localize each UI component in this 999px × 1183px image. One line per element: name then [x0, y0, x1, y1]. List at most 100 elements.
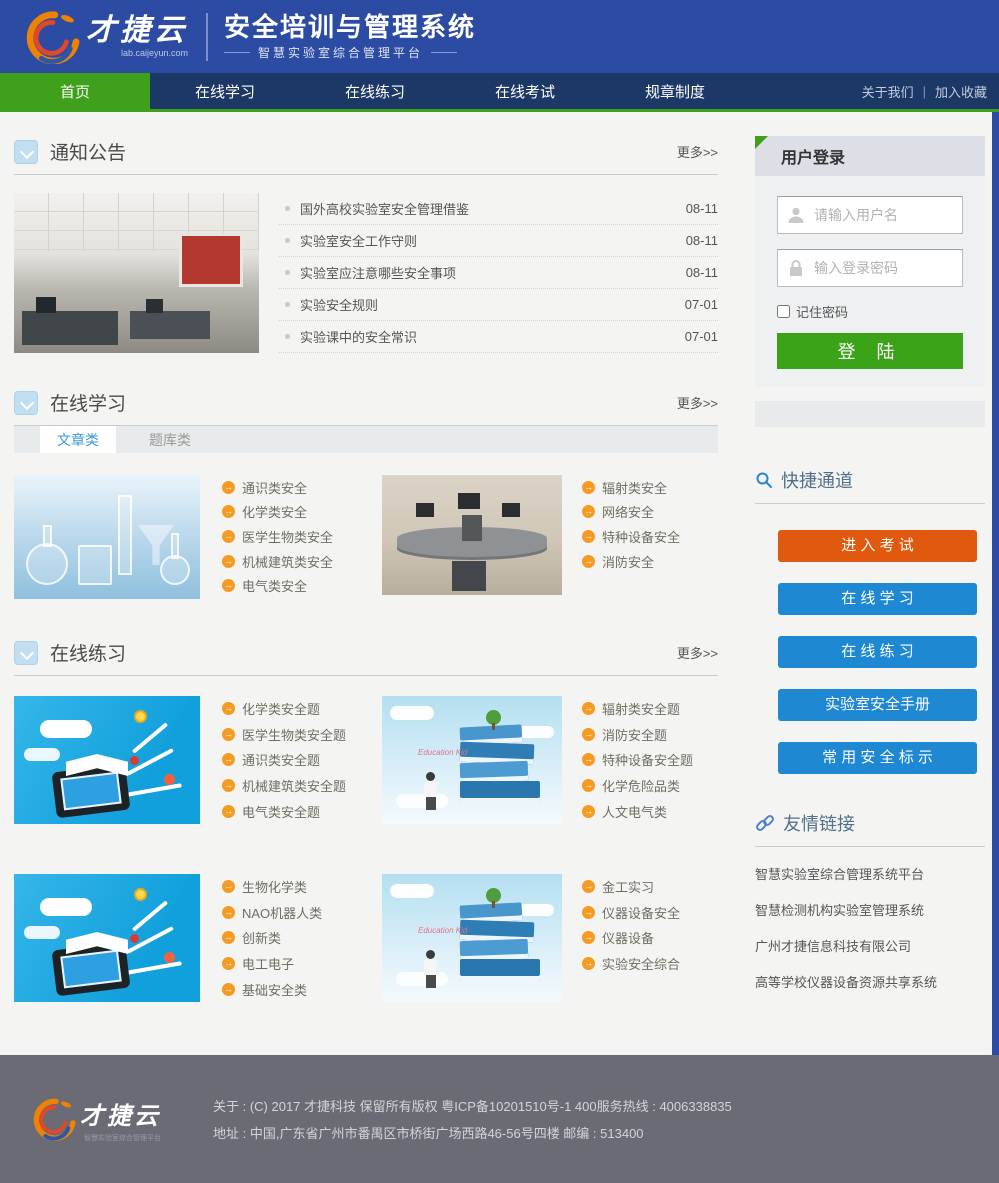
photo-caption: Education Kid [418, 926, 467, 935]
category-link[interactable]: →创新类 [222, 925, 372, 951]
classroom-photo[interactable] [14, 193, 259, 353]
arrow-bullet-icon: → [222, 579, 235, 592]
chevron-down-icon [14, 641, 38, 665]
subtitle-dash [431, 52, 457, 53]
nav-item-home[interactable]: 首页 [0, 73, 150, 109]
education-tablet-photo[interactable] [14, 874, 200, 1002]
category-link[interactable]: →基础安全类 [222, 976, 372, 1002]
caijieyun-swoosh-icon [22, 10, 80, 64]
books-stack-photo[interactable]: Education Kid [382, 874, 562, 1002]
category-link[interactable]: →医学生物类安全 [222, 524, 372, 549]
notice-link[interactable]: 国外高校实验室安全管理借鉴 [300, 199, 469, 218]
site-logo[interactable]: 才捷云 lab.caijeyun.com [22, 10, 188, 64]
category-link[interactable]: →医学生物类安全题 [222, 722, 372, 748]
category-link[interactable]: →网络安全 [582, 500, 718, 525]
nav-item-rules[interactable]: 规章制度 [600, 73, 750, 109]
lab-glassware-photo[interactable] [14, 475, 200, 599]
learning-section-title: 在线学习 [50, 389, 126, 416]
category-link[interactable]: →辐射类安全 [582, 475, 718, 500]
category-link[interactable]: →通识类安全题 [222, 747, 372, 773]
search-icon [755, 471, 773, 489]
remember-password-checkbox[interactable] [777, 305, 790, 318]
quick-channel-title: 快捷通道 [781, 467, 853, 493]
category-link[interactable]: →电气类安全 [222, 573, 372, 598]
add-favorite-link[interactable]: 加入收藏 [935, 82, 987, 101]
category-link[interactable]: →金工实习 [582, 874, 718, 900]
practice-category-list-right: →辐射类安全题 →消防安全题 →特种设备安全题 →化学危险品类 →人文电气类 [582, 696, 718, 824]
practice-more-link[interactable]: 更多>> [677, 643, 718, 662]
login-panel: 用户登录 [755, 136, 985, 387]
about-us-link[interactable]: 关于我们 [862, 82, 914, 101]
category-link[interactable]: →通识类安全 [222, 475, 372, 500]
nav-item-online-learning[interactable]: 在线学习 [150, 73, 300, 109]
logo-text: 才捷云 [86, 16, 188, 46]
link-icon [755, 813, 775, 833]
practice-section-title: 在线练习 [50, 639, 126, 666]
category-link[interactable]: →生物化学类 [222, 874, 372, 900]
category-link[interactable]: →特种设备安全 [582, 524, 718, 549]
arrow-bullet-icon: → [582, 906, 595, 919]
category-link[interactable]: →机械建筑类安全 [222, 549, 372, 574]
friend-link[interactable]: 广州才捷信息科技有限公司 [755, 936, 985, 955]
footer-copyright-line: 关于 : (C) 2017 才捷科技 保留所有版权 粤ICP备10201510号… [213, 1096, 732, 1115]
category-link[interactable]: →化学类安全 [222, 500, 372, 525]
online-learning-button[interactable]: 在 线 学 习 [778, 583, 977, 615]
tab-question-bank[interactable]: 题库类 [132, 426, 208, 453]
online-practice-button[interactable]: 在 线 练 习 [778, 636, 977, 668]
friend-link[interactable]: 高等学校仪器设备资源共享系统 [755, 972, 985, 991]
enter-exam-button[interactable]: 进 入 考 试 [778, 530, 977, 562]
practice-category-list-right2: →金工实习 →仪器设备安全 →仪器设备 →实验安全综合 [582, 874, 718, 1002]
nav-item-online-practice[interactable]: 在线练习 [300, 73, 450, 109]
books-stack-photo[interactable]: Education Kid [382, 696, 562, 824]
notice-list: 国外高校实验室安全管理借鉴 08-11 实验室安全工作守则 08-11 实验室应… [279, 193, 718, 353]
category-link[interactable]: →化学危险品类 [582, 773, 718, 799]
lab-safety-manual-button[interactable]: 实验室安全手册 [778, 689, 977, 721]
arrow-bullet-icon: → [222, 728, 235, 741]
notice-date: 07-01 [685, 297, 718, 312]
arrow-bullet-icon: → [582, 555, 595, 568]
arrow-bullet-icon: → [582, 880, 595, 893]
friend-links-list: 智慧实验室综合管理系统平台 智慧检测机构实验室管理系统 广州才捷信息科技有限公司… [755, 864, 985, 991]
notice-row: 实验室安全工作守则 08-11 [279, 225, 718, 257]
notice-link[interactable]: 实验课中的安全常识 [300, 327, 417, 346]
category-link[interactable]: →辐射类安全题 [582, 696, 718, 722]
footer-logo: 才捷云 智慧实验室综合管理平台 [30, 1096, 161, 1143]
footer-logo-text: 才捷云 [80, 1096, 161, 1131]
learning-more-link[interactable]: 更多>> [677, 393, 718, 412]
practice-section-header: 在线练习 更多>> [14, 639, 718, 676]
arrow-bullet-icon: → [222, 779, 235, 792]
friend-link[interactable]: 智慧实验室综合管理系统平台 [755, 864, 985, 883]
category-link[interactable]: →特种设备安全题 [582, 747, 718, 773]
photo-caption: Education Kid [418, 748, 467, 757]
category-link[interactable]: →仪器设备安全 [582, 900, 718, 926]
nav-item-online-exam[interactable]: 在线考试 [450, 73, 600, 109]
common-safety-signs-button[interactable]: 常 用 安 全 标 示 [778, 742, 977, 774]
category-link[interactable]: →仪器设备 [582, 925, 718, 951]
category-link[interactable]: →消防安全题 [582, 722, 718, 748]
notice-link[interactable]: 实验室安全工作守则 [300, 231, 417, 250]
arrow-bullet-icon: → [222, 805, 235, 818]
category-link[interactable]: →消防安全 [582, 549, 718, 574]
computer-lab-photo[interactable] [382, 475, 562, 595]
category-link[interactable]: →化学类安全题 [222, 696, 372, 722]
category-link[interactable]: →NAO机器人类 [222, 900, 372, 926]
arrow-bullet-icon: → [582, 530, 595, 543]
arrow-bullet-icon: → [582, 931, 595, 944]
learning-category-list-right: →辐射类安全 →网络安全 →特种设备安全 →消防安全 [582, 475, 718, 599]
practice-category-list-left2: →生物化学类 →NAO机器人类 →创新类 →电工电子 →基础安全类 [222, 874, 372, 1002]
category-link[interactable]: →电工电子 [222, 951, 372, 977]
notice-link[interactable]: 实验安全规则 [300, 295, 378, 314]
login-button[interactable]: 登 陆 [777, 333, 963, 369]
education-tablet-photo[interactable] [14, 696, 200, 824]
category-link[interactable]: →实验安全综合 [582, 951, 718, 977]
category-link[interactable]: →电气类安全题 [222, 798, 372, 824]
tab-articles[interactable]: 文章类 [40, 426, 116, 453]
category-link[interactable]: →人文电气类 [582, 798, 718, 824]
notice-more-link[interactable]: 更多>> [677, 142, 718, 161]
arrow-bullet-icon: → [582, 957, 595, 970]
category-link[interactable]: →机械建筑类安全题 [222, 773, 372, 799]
notice-link[interactable]: 实验室应注意哪些安全事项 [300, 263, 456, 282]
arrow-bullet-icon: → [582, 505, 595, 518]
friend-link[interactable]: 智慧检测机构实验室管理系统 [755, 900, 985, 919]
notice-row: 实验安全规则 07-01 [279, 289, 718, 321]
